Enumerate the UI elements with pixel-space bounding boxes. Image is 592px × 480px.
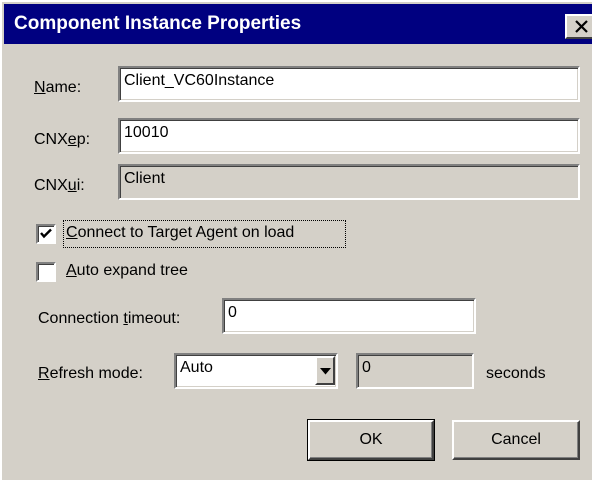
refresh-mode-value: Auto (180, 359, 213, 376)
component-instance-properties-dialog: Component Instance Properties Name: Clie… (0, 0, 592, 480)
name-field[interactable]: Client_VC60Instance (118, 66, 580, 102)
dropdown-button[interactable] (315, 356, 335, 385)
cancel-button[interactable]: Cancel (452, 420, 580, 460)
cnxui-field: Client (118, 164, 580, 200)
close-button[interactable] (565, 14, 592, 39)
cnxui-label: CNXui: (34, 177, 85, 194)
close-icon (575, 20, 588, 33)
timeout-label: Connection timeout: (38, 310, 181, 327)
refresh-interval-field: 0 (356, 353, 474, 389)
refresh-mode-select[interactable]: Auto (174, 353, 338, 389)
dialog-title: Component Instance Properties (14, 13, 302, 34)
ok-button[interactable]: OK (307, 419, 435, 461)
name-label: Name: (34, 79, 82, 96)
cnxep-field[interactable]: 10010 (118, 118, 580, 154)
chevron-down-icon (320, 368, 331, 375)
refresh-mode-label: Refresh mode: (38, 365, 143, 382)
auto-expand-label[interactable]: Auto expand tree (66, 262, 188, 280)
auto-expand-checkbox[interactable] (36, 262, 56, 282)
cnxep-label: CNXep: (34, 131, 91, 148)
connect-checkbox[interactable] (36, 224, 56, 244)
timeout-field[interactable]: 0 (222, 298, 476, 334)
checkmark-icon (40, 228, 52, 239)
seconds-label: seconds (486, 365, 546, 382)
connect-label[interactable]: Connect to Target Agent on load (66, 224, 294, 242)
title-bar: Component Instance Properties (4, 4, 592, 44)
